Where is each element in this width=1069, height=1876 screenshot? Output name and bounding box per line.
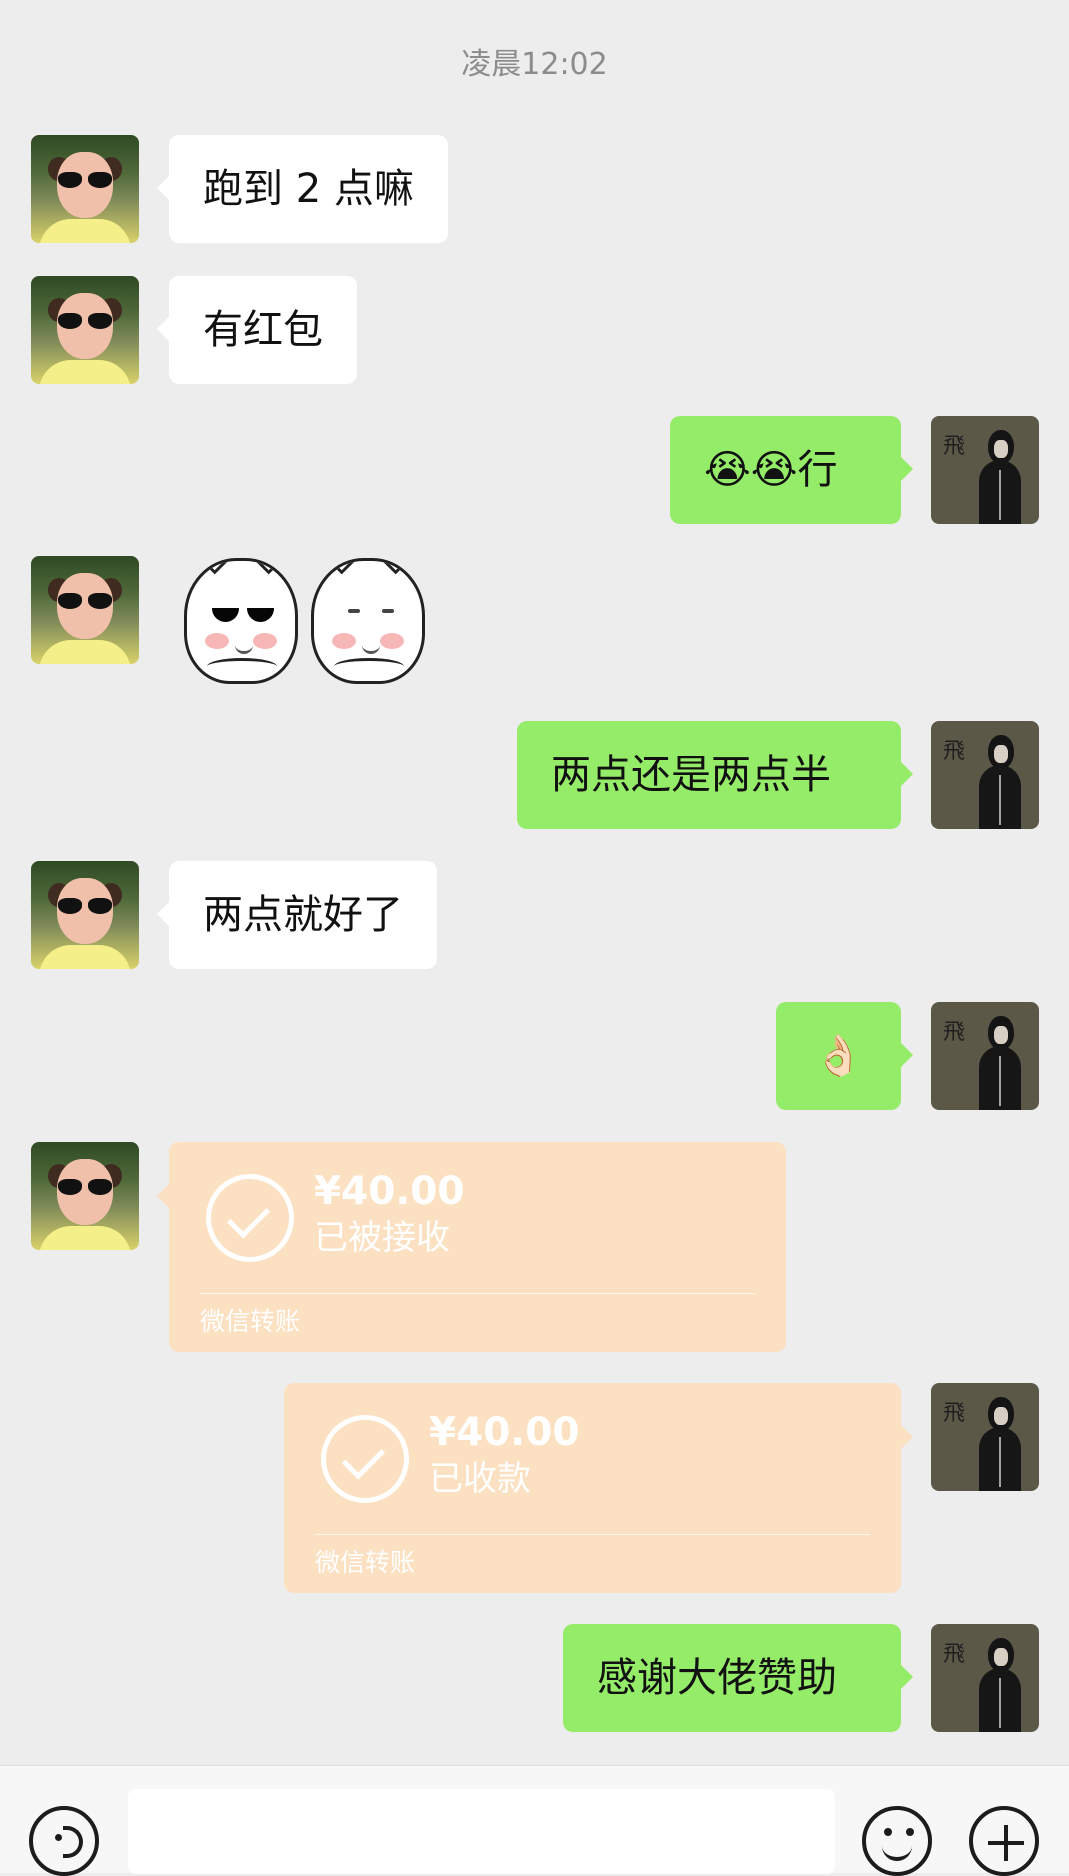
transfer-amount: ¥40.00 — [314, 1169, 465, 1214]
avatar-glyph: 飛 — [943, 1401, 966, 1426]
message-input-bar — [0, 1765, 1069, 1876]
chat-messages: 凌晨12:02 跑到 2 点嘛 有红包 😭😭行 飛 两点还是两点半 飛 两点就好… — [0, 0, 1069, 1765]
plus-icon[interactable] — [969, 1806, 1039, 1876]
user-avatar[interactable]: 飛 — [931, 1002, 1039, 1110]
outgoing-message-bubble[interactable]: 两点还是两点半 — [517, 721, 913, 829]
avatar-glyph: 飛 — [943, 434, 966, 459]
sticker-message[interactable] — [180, 558, 425, 694]
sunglasses-sticker-icon — [184, 558, 298, 684]
user-avatar[interactable]: 飛 — [931, 1624, 1039, 1732]
transfer-status: 已被接收 — [314, 1218, 450, 1258]
message-input[interactable] — [128, 1789, 835, 1874]
avatar-glyph: 飛 — [943, 1642, 966, 1667]
transfer-label: 微信转账 — [315, 1548, 416, 1577]
transfer-card-collected[interactable]: ¥40.00 已收款 微信转账 — [284, 1383, 913, 1593]
message-timestamp: 凌晨12:02 — [461, 47, 608, 82]
contact-avatar[interactable] — [31, 556, 139, 664]
voice-icon[interactable] — [29, 1806, 99, 1876]
contact-avatar[interactable] — [31, 861, 139, 969]
contact-avatar[interactable] — [31, 276, 139, 384]
transfer-divider — [200, 1293, 755, 1294]
check-icon — [206, 1174, 294, 1262]
transfer-status: 已收款 — [429, 1459, 531, 1499]
outgoing-message-bubble[interactable]: 😭😭行 — [670, 416, 913, 524]
user-avatar[interactable]: 飛 — [931, 1383, 1039, 1491]
transfer-card-received[interactable]: ¥40.00 已被接收 微信转账 — [157, 1142, 786, 1352]
incoming-message-bubble[interactable]: 跑到 2 点嘛 — [157, 135, 448, 243]
transfer-amount: ¥40.00 — [429, 1410, 580, 1455]
avatar-glyph: 飛 — [943, 739, 966, 764]
user-avatar[interactable]: 飛 — [931, 416, 1039, 524]
contact-avatar[interactable] — [31, 135, 139, 243]
user-avatar[interactable]: 飛 — [931, 721, 1039, 829]
avatar-glyph: 飛 — [943, 1020, 966, 1045]
emoji-icon[interactable] — [862, 1806, 932, 1876]
outgoing-message-bubble[interactable]: 👌🏻 — [776, 1002, 913, 1110]
check-icon — [321, 1415, 409, 1503]
incoming-message-bubble[interactable]: 两点就好了 — [157, 861, 437, 969]
outgoing-message-bubble[interactable]: 感谢大佬赞助 — [563, 1624, 913, 1732]
smug-sticker-icon — [311, 558, 425, 684]
contact-avatar[interactable] — [31, 1142, 139, 1250]
incoming-message-bubble[interactable]: 有红包 — [157, 276, 357, 384]
transfer-divider — [315, 1534, 870, 1535]
transfer-label: 微信转账 — [200, 1307, 301, 1336]
